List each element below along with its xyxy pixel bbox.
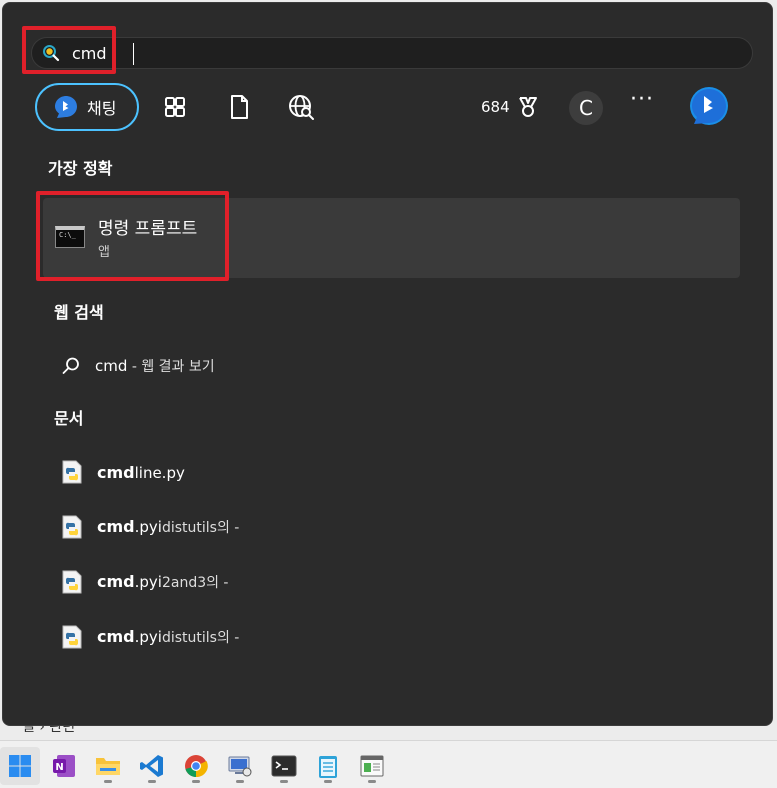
python-file-icon [62, 570, 82, 594]
more-options-button[interactable]: ··· [630, 87, 654, 112]
running-indicator [236, 780, 244, 783]
web-query: cmd [95, 357, 128, 375]
user-avatar[interactable]: C [569, 91, 603, 125]
python-file-icon [62, 625, 82, 649]
start-search-panel: 채팅 684 C ··· [2, 2, 773, 726]
section-web-search: 웹 검색 [54, 303, 104, 322]
bing-icon[interactable] [688, 85, 730, 127]
document-icon[interactable] [225, 93, 253, 121]
python-file-icon [62, 460, 82, 484]
taskbar-remote-desktop[interactable] [220, 747, 260, 785]
section-best-match: 가장 정확 [48, 159, 113, 178]
running-indicator [148, 780, 156, 783]
search-box[interactable] [31, 37, 753, 69]
rewards-points[interactable]: 684 [481, 95, 540, 119]
vscode-icon [140, 755, 163, 777]
best-match-result[interactable]: C:\_ 명령 프롬프트 앱 [43, 198, 740, 278]
document-item[interactable]: cmdline.py [61, 458, 185, 486]
folder-icon [96, 758, 120, 775]
web-globe-search-icon[interactable] [287, 93, 315, 121]
best-match-title: 명령 프롬프트 [98, 219, 198, 239]
taskbar-onenote[interactable]: N [44, 747, 84, 785]
start-button[interactable] [0, 747, 40, 785]
taskbar-app-window[interactable] [352, 747, 392, 785]
running-indicator [104, 780, 112, 783]
python-file-icon [62, 515, 82, 539]
running-indicator [192, 780, 200, 783]
taskbar: N [0, 740, 777, 788]
document-item[interactable]: cmd.pyidistutils의 - [61, 623, 239, 651]
taskbar-vscode[interactable] [132, 747, 172, 785]
search-toolbar: 채팅 684 C ··· [3, 81, 772, 133]
terminal-icon [271, 755, 297, 777]
windows-logo-icon [9, 755, 31, 777]
web-search-result[interactable]: cmd - 웹 결과 보기 [61, 353, 215, 379]
command-prompt-icon: C:\_ [55, 226, 85, 248]
svg-text:N: N [55, 762, 63, 773]
search-input[interactable] [72, 44, 672, 63]
bing-chat-icon [55, 96, 77, 118]
running-indicator [368, 780, 376, 783]
web-result-suffix: - 웹 결과 보기 [127, 359, 215, 375]
remote-desktop-icon [228, 756, 252, 777]
points-count: 684 [481, 98, 510, 116]
chrome-icon [185, 755, 208, 778]
document-item[interactable]: cmd.pyidistutils의 - [61, 513, 239, 541]
running-indicator [280, 780, 288, 783]
taskbar-notepad[interactable] [308, 747, 348, 785]
taskbar-file-explorer[interactable] [88, 747, 128, 785]
rewards-medal-icon [518, 97, 537, 117]
running-indicator [324, 780, 332, 783]
document-item[interactable]: cmd.pyi2and3의 - [61, 568, 229, 596]
search-icon [62, 357, 79, 374]
app-window-icon [360, 755, 384, 777]
taskbar-chrome[interactable] [176, 747, 216, 785]
notepad-icon [319, 756, 337, 778]
best-match-subtitle: 앱 [98, 245, 110, 260]
chat-button[interactable]: 채팅 [35, 83, 139, 131]
search-icon [43, 45, 60, 62]
section-documents: 문서 [54, 409, 84, 428]
text-caret [133, 43, 134, 65]
chat-label: 채팅 [87, 99, 117, 118]
apps-grid-icon[interactable] [161, 93, 189, 121]
taskbar-terminal[interactable] [264, 747, 304, 785]
onenote-icon: N [53, 755, 75, 777]
